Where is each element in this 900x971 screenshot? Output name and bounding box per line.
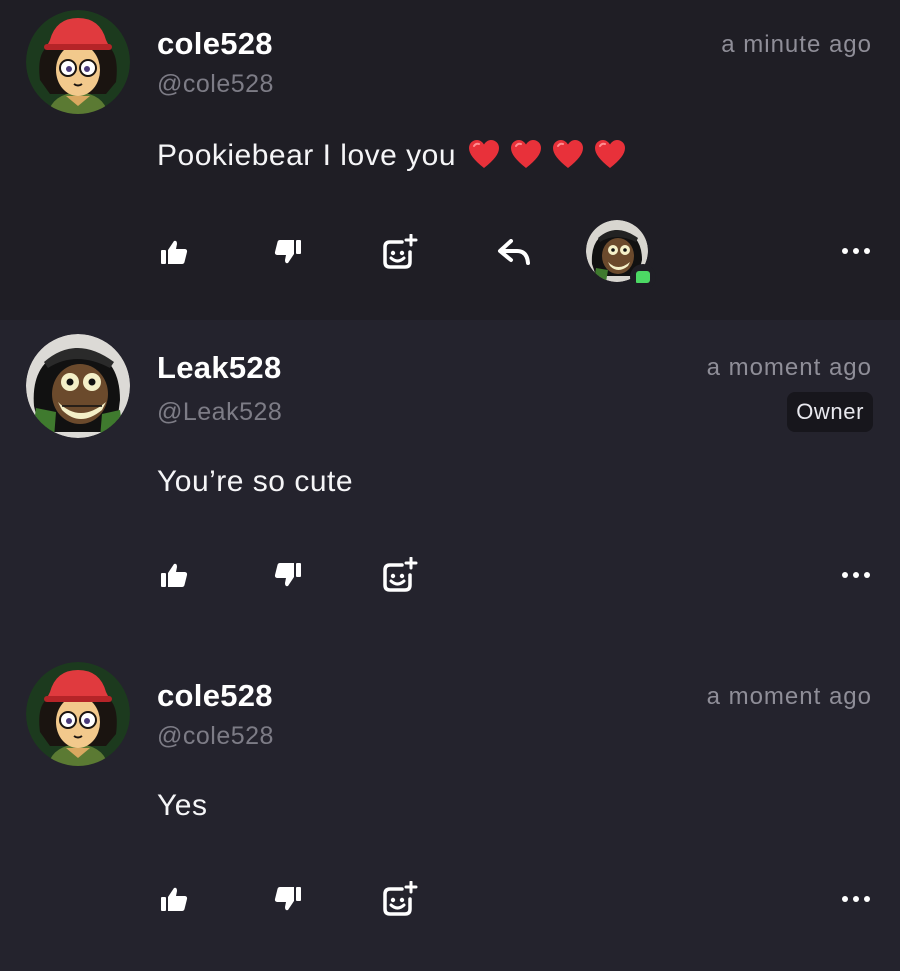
comment-text: You’re so cute: [157, 465, 354, 498]
add-reaction-button[interactable]: [377, 877, 421, 921]
thumbs-up-icon: [161, 240, 188, 264]
timestamp: a moment ago: [706, 354, 872, 381]
more-options-button[interactable]: [834, 229, 878, 273]
add-reaction-icon: [383, 557, 418, 592]
comment-text: Pookiebear I love you: [157, 139, 626, 173]
reply-button[interactable]: [492, 230, 536, 274]
thumbs-up-icon: [161, 563, 188, 587]
comment-item: cole528 @cole528 a moment ago Yes: [0, 644, 900, 971]
username[interactable]: Leak528: [157, 350, 281, 386]
add-reaction-icon: [383, 234, 418, 269]
dislike-button[interactable]: [266, 230, 310, 274]
more-options-button[interactable]: [834, 877, 878, 921]
comment-text: Yes: [157, 789, 208, 822]
more-options-button[interactable]: [834, 553, 878, 597]
timestamp: a moment ago: [706, 683, 872, 710]
add-reaction-icon: [383, 881, 418, 916]
user-handle: @Leak528: [157, 398, 283, 426]
thumbs-down-icon: [274, 240, 301, 264]
cole-avatar-image: [26, 662, 130, 766]
more-icon: [842, 572, 870, 578]
timestamp: a minute ago: [721, 31, 872, 58]
more-icon: [842, 248, 870, 254]
add-reaction-button[interactable]: [377, 553, 421, 597]
like-button[interactable]: [152, 553, 196, 597]
user-handle: @cole528: [157, 722, 274, 750]
red-heart-icon: [552, 139, 584, 169]
red-heart-icon: [594, 139, 626, 169]
like-button[interactable]: [152, 877, 196, 921]
heart-emojis: [468, 139, 626, 169]
comment-item: cole528 @cole528 a minute ago Pookiebear…: [0, 0, 900, 320]
red-heart-icon: [510, 139, 542, 169]
red-heart-icon: [468, 139, 500, 169]
like-button[interactable]: [152, 230, 196, 274]
reply-avatar[interactable]: [586, 220, 656, 290]
avatar[interactable]: [26, 334, 130, 438]
cole-avatar-image: [26, 10, 130, 114]
user-handle: @cole528: [157, 70, 274, 98]
online-status-icon: [630, 264, 656, 290]
avatar[interactable]: [26, 662, 130, 766]
reply-icon: [498, 239, 530, 265]
leak-avatar-image: [26, 334, 130, 438]
thumbs-down-icon: [274, 563, 301, 587]
username[interactable]: cole528: [157, 678, 273, 714]
more-icon: [842, 896, 870, 902]
dislike-button[interactable]: [266, 877, 310, 921]
avatar[interactable]: [26, 10, 130, 114]
thumbs-down-icon: [274, 887, 301, 911]
comment-item: Leak528 @Leak528 a moment ago Owner You’…: [0, 320, 900, 644]
add-reaction-button[interactable]: [377, 230, 421, 274]
username[interactable]: cole528: [157, 26, 273, 62]
dislike-button[interactable]: [266, 553, 310, 597]
owner-badge: Owner: [787, 392, 873, 432]
comment-text-content: Pookiebear I love you: [157, 139, 457, 172]
thumbs-up-icon: [161, 887, 188, 911]
